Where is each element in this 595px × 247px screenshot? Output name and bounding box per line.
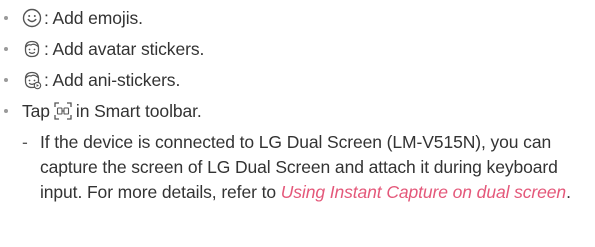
tap-label: Tap xyxy=(22,100,50,121)
ani-sticker-icon xyxy=(22,70,42,90)
list-item-text: : Add avatar stickers. xyxy=(44,38,205,59)
bullet-dot xyxy=(4,47,8,51)
sub-item-dual-screen: - If the device is connected to LG Dual … xyxy=(22,130,582,205)
instant-capture-icon xyxy=(53,101,73,121)
bullet-dot xyxy=(4,78,8,82)
list-item-text: : Add emojis. xyxy=(44,7,143,28)
dash-marker: - xyxy=(22,132,28,152)
bullet-dot xyxy=(4,16,8,20)
sub-item-text: If the device is connected to LG Dual Sc… xyxy=(22,130,582,205)
sub-item-end: . xyxy=(566,182,571,202)
bullet-dot xyxy=(4,109,8,113)
smiley-face-icon xyxy=(22,8,42,28)
list-item-text: : Add ani-stickers. xyxy=(44,69,181,90)
instant-capture-link[interactable]: Using Instant Capture on dual screen xyxy=(281,182,566,202)
smart-toolbar-text: in Smart toolbar. xyxy=(75,100,202,121)
avatar-sticker-icon xyxy=(22,39,42,59)
